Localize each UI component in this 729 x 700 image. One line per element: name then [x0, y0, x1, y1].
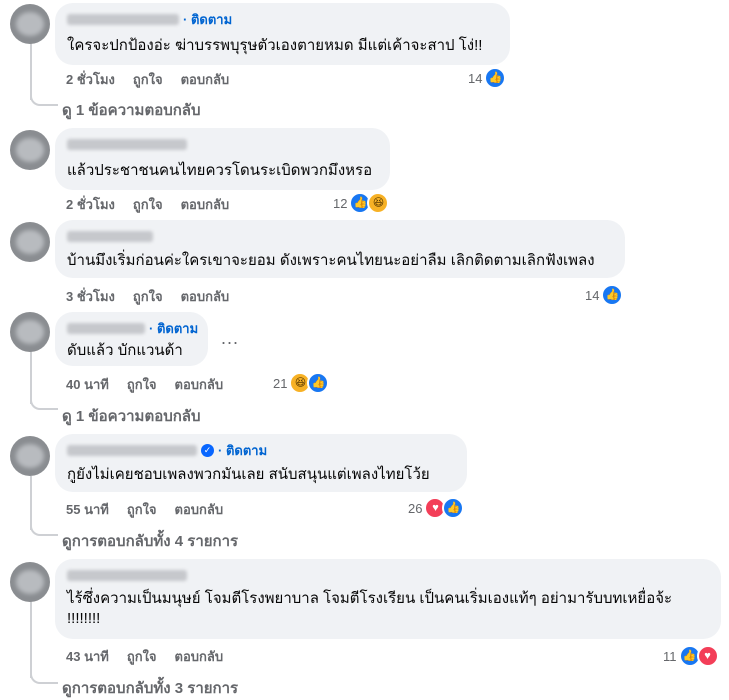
commenter-name[interactable]: ✓ · ติดตาม — [67, 441, 267, 459]
reply-branch — [30, 94, 58, 106]
reply-button[interactable]: ตอบกลับ — [181, 194, 230, 215]
comment-text-line-1: ไร้ซึ่งความเป็นมนุษย์ โจมตีโรงพยาบาล โจม… — [67, 590, 673, 607]
reply-button[interactable]: ตอบกลับ — [175, 499, 224, 520]
timestamp[interactable]: 3 ชั่วโมง — [66, 286, 115, 307]
like-button[interactable]: ถูกใจ — [127, 646, 157, 667]
comment-text: กูยังไม่เคยชอบเพลงพวกมันเลย สนับสนุนแต่เ… — [67, 466, 430, 483]
comment-bubble: บ้านมึงเริ่มก่อนค่ะใครเขาจะยอม ดังเพราะค… — [55, 220, 625, 278]
comment-text-line-2: !!!!!!!! — [67, 610, 101, 627]
reply-branch — [30, 398, 58, 410]
view-replies-link[interactable]: ดูการตอบกลับทั้ง 3 รายการ — [62, 676, 238, 700]
blurred-name — [67, 444, 197, 456]
commenter-name[interactable] — [67, 135, 187, 153]
avatar[interactable] — [10, 130, 50, 170]
avatar[interactable] — [10, 222, 50, 262]
comment-actions: 55 นาที ถูกใจ ตอบกลับ — [66, 499, 241, 520]
timestamp[interactable]: 2 ชั่วโมง — [66, 194, 115, 215]
avatar[interactable] — [10, 436, 50, 476]
reaction-summary[interactable]: 11 👍 ♥ — [663, 645, 719, 667]
avatar[interactable] — [10, 312, 50, 352]
reaction-count: 14 — [585, 287, 600, 303]
commenter-name[interactable]: · ติดตาม — [67, 10, 232, 28]
reply-branch — [30, 672, 58, 684]
like-button[interactable]: ถูกใจ — [133, 286, 163, 307]
reply-button[interactable]: ตอบกลับ — [175, 374, 224, 395]
timestamp[interactable]: 40 นาที — [66, 374, 109, 395]
follow-link[interactable]: · ติดตาม — [218, 440, 267, 461]
thread-line — [30, 42, 32, 100]
blurred-name — [67, 13, 179, 25]
reaction-summary[interactable]: 14 👍 — [585, 284, 624, 306]
follow-link[interactable]: · ติดตาม — [149, 318, 198, 339]
timestamp[interactable]: 43 นาที — [66, 646, 109, 667]
comment-text: ใครจะปกป้องอ่ะ ฆ่าบรรพบุรุษตัวเองตายหมด … — [67, 37, 483, 54]
comment-text: ดับแล้ว บักแวนด้า — [67, 342, 183, 359]
blurred-name — [67, 138, 187, 150]
reply-button[interactable]: ตอบกลับ — [175, 646, 224, 667]
comment-bubble: ✓ · ติดตาม กูยังไม่เคยชอบเพลงพวกมันเลย ส… — [55, 434, 467, 492]
reaction-count: 14 — [468, 70, 483, 86]
reaction-count: 11 — [663, 648, 677, 664]
comment-text: บ้านมึงเริ่มก่อนค่ะใครเขาจะยอม ดังเพราะค… — [67, 252, 595, 269]
commenter-name[interactable] — [67, 227, 153, 245]
reply-branch — [30, 524, 58, 536]
comment-bubble: แล้วประชาชนคนไทยควรโดนระเบิดพวกมึงหรอ — [55, 128, 390, 190]
thread-line — [30, 600, 32, 678]
comment-bubble: ไร้ซึ่งความเป็นมนุษย์ โจมตีโรงพยาบาล โจม… — [55, 559, 721, 639]
commenter-name[interactable] — [67, 566, 187, 584]
timestamp[interactable]: 55 นาที — [66, 499, 109, 520]
like-icon: 👍 — [307, 372, 330, 394]
haha-icon: 😆 — [367, 192, 390, 214]
reaction-count: 26 — [408, 500, 423, 516]
reaction-count: 12 — [333, 195, 348, 211]
love-icon: ♥ — [696, 645, 719, 667]
verified-badge-icon: ✓ — [201, 443, 214, 457]
blurred-name — [67, 230, 153, 242]
like-icon: 👍 — [442, 497, 465, 519]
like-icon: 👍 — [601, 284, 624, 306]
like-icon: 👍 — [484, 67, 507, 89]
thread-line — [30, 476, 32, 530]
comment-bubble: · ติดตาม ใครจะปกป้องอ่ะ ฆ่าบรรพบุรุษตัวเ… — [55, 3, 510, 65]
comment-actions: 43 นาที ถูกใจ ตอบกลับ — [66, 646, 241, 667]
more-options-icon[interactable]: ... — [221, 328, 239, 349]
view-replies-link[interactable]: ดู 1 ข้อความตอบกลับ — [62, 404, 201, 428]
comment-actions: 2 ชั่วโมง ถูกใจ ตอบกลับ — [66, 194, 247, 215]
view-replies-link[interactable]: ดูการตอบกลับทั้ง 4 รายการ — [62, 529, 238, 553]
reaction-summary[interactable]: 26 ♥ 👍 — [408, 497, 465, 519]
like-button[interactable]: ถูกใจ — [127, 374, 157, 395]
timestamp[interactable]: 2 ชั่วโมง — [66, 69, 115, 90]
comment-actions: 2 ชั่วโมง ถูกใจ ตอบกลับ — [66, 69, 247, 90]
blurred-name — [67, 569, 187, 581]
comment-text: แล้วประชาชนคนไทยควรโดนระเบิดพวกมึงหรอ — [67, 162, 373, 179]
view-replies-link[interactable]: ดู 1 ข้อความตอบกลับ — [62, 98, 201, 122]
reaction-summary[interactable]: 14 👍 — [468, 67, 507, 89]
comment-actions: 40 นาที ถูกใจ ตอบกลับ — [66, 374, 241, 395]
like-button[interactable]: ถูกใจ — [133, 194, 163, 215]
comment-bubble: · ติดตาม ดับแล้ว บักแวนด้า — [55, 312, 208, 366]
commenter-name[interactable]: · ติดตาม — [67, 319, 198, 337]
like-button[interactable]: ถูกใจ — [127, 499, 157, 520]
avatar[interactable] — [10, 4, 50, 44]
reply-button[interactable]: ตอบกลับ — [181, 69, 230, 90]
reaction-summary[interactable]: 21 😆 👍 — [273, 372, 330, 394]
blurred-name — [67, 322, 145, 334]
reaction-summary[interactable]: 12 👍 😆 — [333, 192, 390, 214]
like-button[interactable]: ถูกใจ — [133, 69, 163, 90]
avatar[interactable] — [10, 562, 50, 602]
reaction-count: 21 — [273, 375, 288, 391]
follow-link[interactable]: · ติดตาม — [183, 9, 232, 30]
reply-button[interactable]: ตอบกลับ — [181, 286, 230, 307]
comment-actions: 3 ชั่วโมง ถูกใจ ตอบกลับ — [66, 286, 247, 307]
